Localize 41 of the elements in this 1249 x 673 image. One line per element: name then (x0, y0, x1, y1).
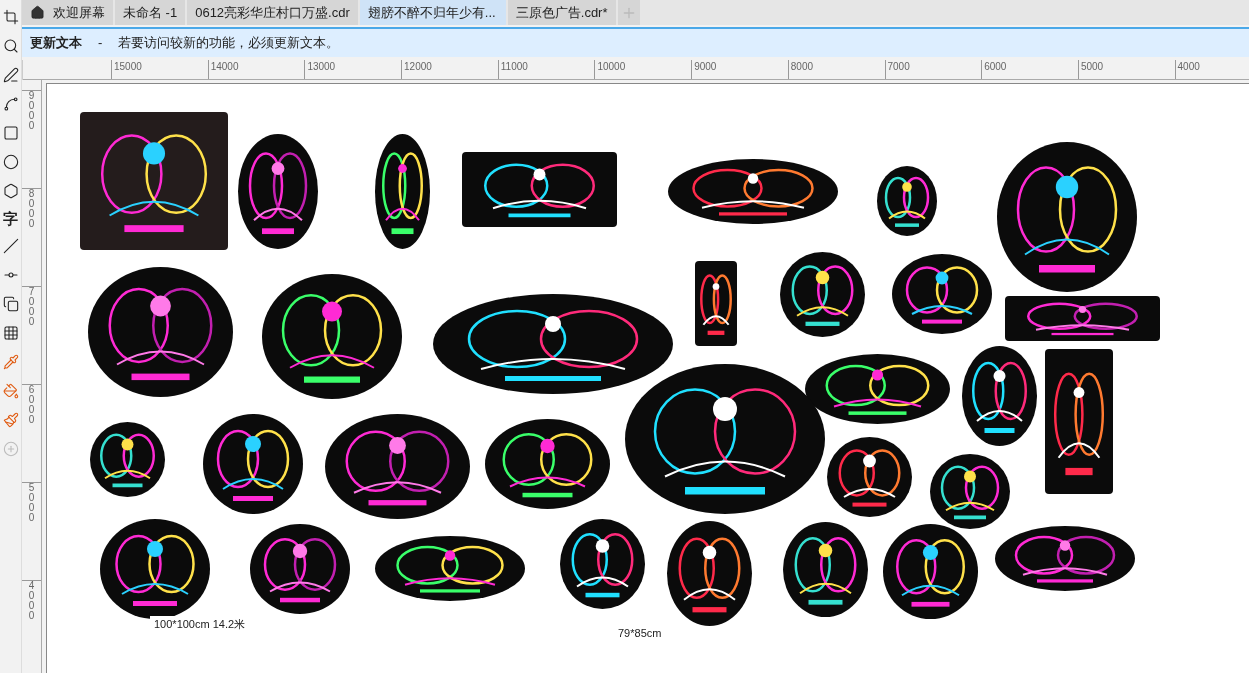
info-message: 若要访问较新的功能，必须更新文本。 (118, 34, 340, 53)
hexagon-icon[interactable] (1, 182, 20, 200)
ruler-label: 5000 (1077, 60, 1175, 79)
document-tab[interactable]: 三原色广告.cdr* (507, 0, 616, 25)
ruler-label: 6000 (981, 60, 1078, 79)
ruler-label: 15000 (111, 60, 208, 79)
eyedropper-icon[interactable] (1, 353, 20, 371)
ruler-label: 7000 (22, 286, 41, 384)
brush-icon[interactable] (1, 411, 20, 429)
ruler-label: 5000 (22, 482, 41, 580)
ruler-label: 9000 (691, 60, 788, 79)
text-tool[interactable]: 字 (3, 211, 18, 226)
ruler-label: 12000 (401, 60, 498, 79)
ruler-label: 11000 (497, 60, 595, 79)
document-tab[interactable]: 翅膀不醉不归年少有... (359, 0, 506, 25)
ruler-label: 7000 (884, 60, 982, 79)
ruler-label: 13000 (304, 60, 402, 79)
info-title: 更新文本 (30, 34, 82, 53)
rectangle-icon[interactable] (1, 124, 20, 142)
ruler-label: 8000 (22, 188, 41, 286)
ruler-label: 6000 (22, 384, 41, 482)
line-icon[interactable] (1, 237, 20, 255)
freehand-icon[interactable] (1, 66, 20, 84)
ruler-label: 8000 (787, 60, 885, 79)
document-tab[interactable]: 0612亮彩华庄村口万盛.cdr (187, 0, 358, 25)
ruler-label: 9000 (22, 90, 41, 188)
info-separator: - (98, 34, 103, 53)
ruler-label: 4000 (1174, 60, 1249, 79)
document-tab[interactable]: 未命名 -1 (115, 0, 186, 25)
ruler-label: 10000 (594, 60, 692, 79)
paint-bucket-icon[interactable] (1, 382, 20, 400)
curve-icon[interactable] (1, 95, 20, 113)
document-tab[interactable]: 欢迎屏幕 (22, 0, 113, 25)
home-icon (30, 5, 45, 20)
ellipse-icon[interactable] (1, 153, 20, 171)
checker-icon[interactable] (1, 324, 20, 342)
shadow-icon[interactable] (1, 295, 20, 313)
ruler-label: 4000 (22, 580, 41, 673)
zoom-icon[interactable] (1, 37, 20, 55)
crop-icon[interactable] (1, 8, 20, 26)
ruler-label: 14000 (207, 60, 305, 79)
